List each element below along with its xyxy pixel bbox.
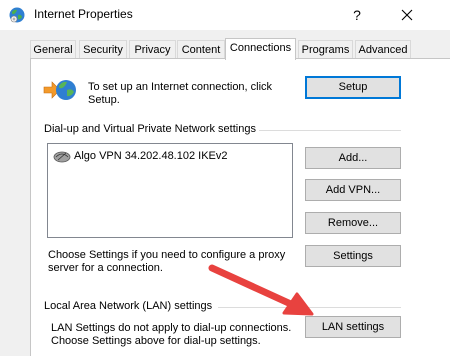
tab-general[interactable]: General [30, 40, 76, 58]
section-divider [218, 307, 401, 308]
add-button[interactable]: Add... [305, 147, 401, 169]
setup-description-line2: Setup. [88, 94, 120, 106]
setup-description-line1: To set up an Internet connection, click [88, 81, 273, 93]
tab-privacy[interactable]: Privacy [129, 40, 176, 58]
setup-button[interactable]: Setup [305, 76, 401, 99]
tab-label: Connections [229, 42, 292, 54]
internet-setup-icon [43, 80, 76, 100]
lan-settings-button[interactable]: LAN settings [305, 316, 401, 338]
lan-description-line1: LAN Settings do not apply to dial-up con… [51, 322, 292, 334]
add-vpn-button[interactable]: Add VPN... [305, 179, 401, 201]
title-bar[interactable]: Internet Properties ? [0, 0, 450, 30]
tab-label: Advanced [358, 44, 408, 56]
vpn-section-heading: Dial-up and Virtual Private Network sett… [44, 123, 256, 135]
network-connection-icon [53, 151, 71, 163]
tab-label: General [33, 44, 73, 56]
tab-programs[interactable]: Programs [298, 40, 353, 58]
tab-label: Programs [301, 44, 350, 56]
proxy-description-line2: server for a connection. [48, 262, 163, 274]
lan-section-heading: Local Area Network (LAN) settings [44, 300, 213, 312]
settings-button[interactable]: Settings [305, 245, 401, 267]
connection-list[interactable]: Algo VPN 34.202.48.102 IKEv2 [47, 143, 293, 238]
tab-label: Privacy [134, 44, 171, 56]
tab-security[interactable]: Security [79, 40, 127, 58]
internet-properties-window: Internet Properties ? General Security P… [0, 0, 450, 356]
close-icon[interactable] [396, 3, 418, 27]
help-button[interactable]: ? [346, 3, 368, 27]
lan-description-line2: Choose Settings above for dial-up settin… [51, 335, 261, 347]
internet-globe-icon [9, 7, 25, 23]
tab-strip: General Security Privacy Content Connect… [30, 38, 450, 60]
tab-connections[interactable]: Connections [225, 38, 296, 60]
tab-content[interactable]: Content [177, 40, 225, 58]
tab-label: Security [83, 44, 123, 56]
tab-advanced[interactable]: Advanced [355, 40, 411, 58]
proxy-description-line1: Choose Settings if you need to configure… [48, 249, 286, 261]
list-item-label: Algo VPN 34.202.48.102 IKEv2 [74, 150, 228, 162]
window-title: Internet Properties [34, 7, 133, 21]
tab-label: Content [181, 44, 221, 56]
section-divider [259, 130, 401, 131]
remove-button[interactable]: Remove... [305, 212, 401, 234]
